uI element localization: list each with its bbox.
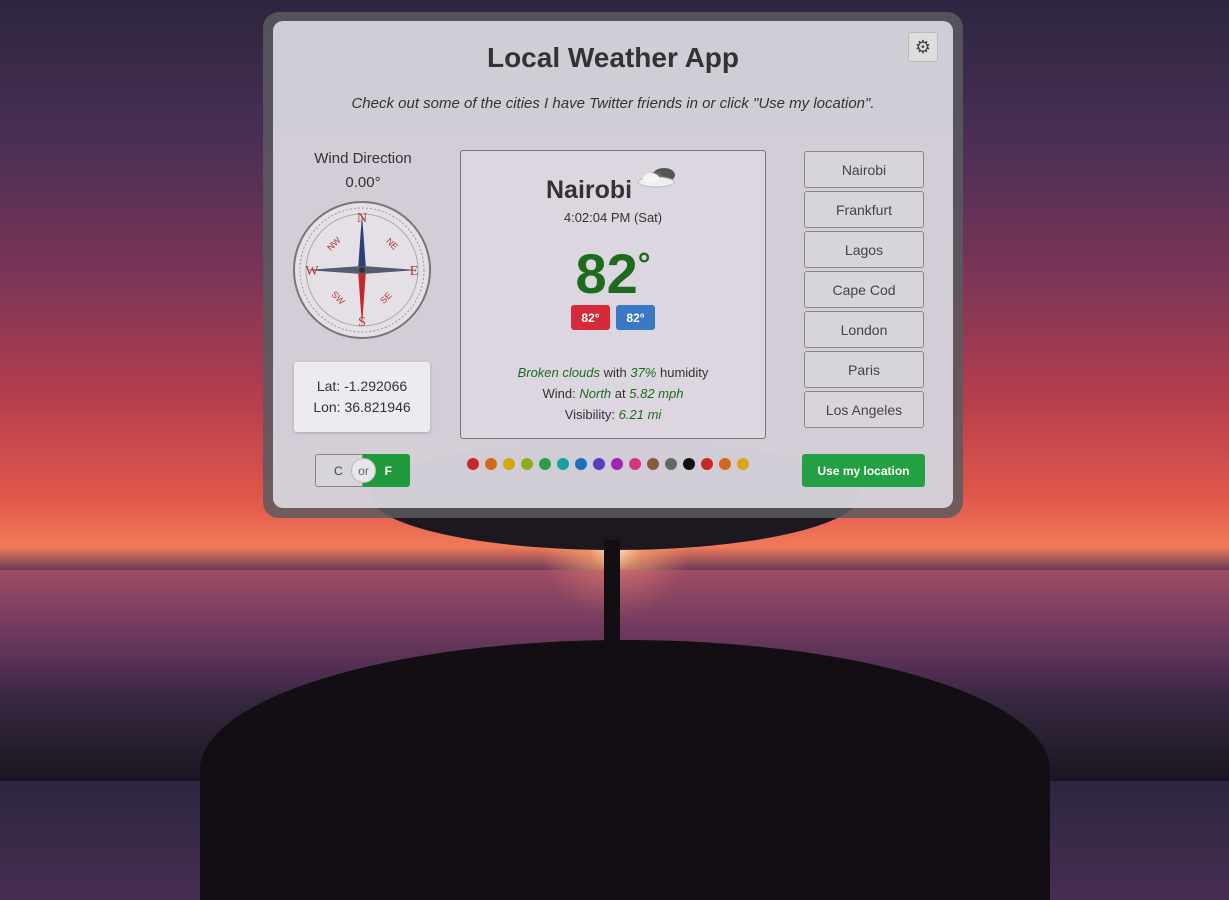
background-hill xyxy=(200,640,1050,900)
condition: Broken clouds xyxy=(517,365,600,380)
color-swatch-3[interactable] xyxy=(503,458,515,470)
color-swatch-15[interactable] xyxy=(719,458,731,470)
color-swatch-14[interactable] xyxy=(701,458,713,470)
humidity-text: humidity xyxy=(660,365,709,380)
color-swatch-9[interactable] xyxy=(611,458,623,470)
city-button-paris[interactable]: Paris xyxy=(804,351,924,388)
color-swatch-11[interactable] xyxy=(647,458,659,470)
color-swatch-7[interactable] xyxy=(575,458,587,470)
visibility-label: Visibility: xyxy=(564,407,616,422)
local-time: 4:02:04 PM (Sat) xyxy=(563,210,663,225)
temperature-value: 82 xyxy=(575,242,638,305)
compass-n-label: N xyxy=(357,211,367,226)
use-my-location-button[interactable]: Use my location xyxy=(802,454,925,487)
temp-badge-blue[interactable]: 82° xyxy=(616,305,655,330)
page-subtitle: Check out some of the cities I have Twit… xyxy=(351,95,875,112)
color-swatch-16[interactable] xyxy=(737,458,749,470)
weather-details: Broken clouds with 37% humidity Wind: No… xyxy=(460,362,766,425)
compass-s-label: S xyxy=(358,315,366,330)
with-text: with xyxy=(603,365,627,380)
color-swatch-1[interactable] xyxy=(467,458,479,470)
wind-direction-title: Wind Direction xyxy=(314,150,412,167)
color-swatch-12[interactable] xyxy=(665,458,677,470)
wind-direction-value: 0.00° xyxy=(345,174,381,191)
degree-symbol: ° xyxy=(637,246,651,282)
at-text: at xyxy=(614,386,626,401)
wind-line: Wind: North at 5.82 mph xyxy=(460,383,766,404)
current-city: Nairobi xyxy=(546,176,633,204)
humidity-value: 37% xyxy=(630,365,657,380)
city-button-nairobi[interactable]: Nairobi xyxy=(804,151,924,188)
theme-color-swatches xyxy=(467,458,749,470)
wind-direction: North xyxy=(579,386,612,401)
latitude: Lat: -1.292066 xyxy=(316,378,408,394)
city-button-los-angeles[interactable]: Los Angeles xyxy=(804,391,924,428)
wind-speed: 5.82 mph xyxy=(629,386,684,401)
compass-w-label: W xyxy=(305,264,319,279)
current-temperature: 82° xyxy=(460,244,766,304)
unit-toggle: C F or xyxy=(315,454,410,487)
page-title: Local Weather App xyxy=(486,42,740,73)
unit-or-separator: or xyxy=(351,458,376,483)
longitude: Lon: 36.821946 xyxy=(313,399,411,415)
compass-e-label: E xyxy=(410,264,419,279)
broken-clouds-icon xyxy=(637,168,675,188)
color-swatch-13[interactable] xyxy=(683,458,695,470)
visibility-value: 6.21 mi xyxy=(618,407,662,422)
city-button-lagos[interactable]: Lagos xyxy=(804,231,924,268)
city-button-london[interactable]: London xyxy=(804,311,924,348)
color-swatch-2[interactable] xyxy=(485,458,497,470)
wind-label: Wind: xyxy=(542,386,576,401)
temperature-badges: 82° 82° xyxy=(571,305,655,330)
color-swatch-6[interactable] xyxy=(557,458,569,470)
compass-rose-icon: N S E W NE NW SE SW xyxy=(293,201,431,339)
color-swatch-5[interactable] xyxy=(539,458,551,470)
coordinates-box: Lat: -1.292066 Lon: 36.821946 xyxy=(294,362,430,432)
temp-badge-red[interactable]: 82° xyxy=(571,305,610,330)
city-list: Nairobi Frankfurt Lagos Cape Cod London … xyxy=(804,151,924,431)
color-swatch-10[interactable] xyxy=(629,458,641,470)
color-swatch-4[interactable] xyxy=(521,458,533,470)
condition-line: Broken clouds with 37% humidity xyxy=(460,362,766,383)
city-button-cape-cod[interactable]: Cape Cod xyxy=(804,271,924,308)
color-swatch-8[interactable] xyxy=(593,458,605,470)
city-button-frankfurt[interactable]: Frankfurt xyxy=(804,191,924,228)
visibility-line: Visibility: 6.21 mi xyxy=(460,404,766,425)
